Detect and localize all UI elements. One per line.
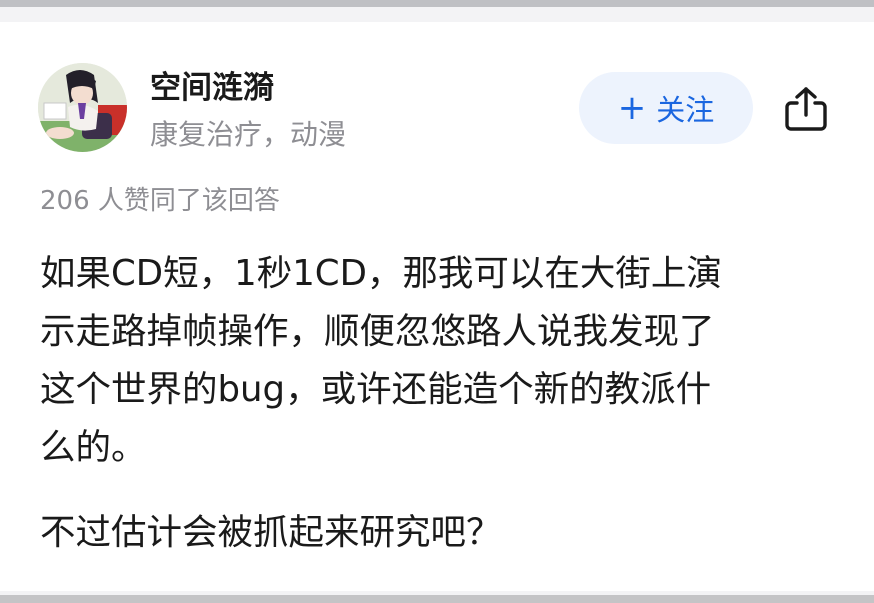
answer-line: 示走路掉帧操作，顺便忽悠路人说我发现了 bbox=[40, 311, 715, 352]
author-name[interactable]: 空间涟漪 bbox=[150, 62, 274, 107]
share-button[interactable] bbox=[779, 82, 833, 136]
top-divider bbox=[0, 0, 874, 22]
answer-paragraph: 不过估计会被抓起来研究吧？ bbox=[40, 504, 840, 562]
bottom-divider bbox=[0, 591, 874, 603]
avatar-illustration bbox=[38, 63, 127, 152]
answer-paragraph: 如果CD短，1秒1CD，那我可以在大街上演 示走路掉帧操作，顺便忽悠路人说我发现… bbox=[40, 245, 840, 477]
plus-icon: + bbox=[617, 88, 647, 128]
follow-button[interactable]: + 关注 bbox=[579, 72, 753, 144]
answer-line: 么的。 bbox=[40, 427, 147, 468]
vote-summary: 206 人赞同了该回答 bbox=[40, 186, 280, 216]
follow-label: 关注 bbox=[656, 93, 715, 127]
answer-body: 如果CD短，1秒1CD，那我可以在大街上演 示走路掉帧操作，顺便忽悠路人说我发现… bbox=[40, 245, 840, 562]
author-bio: 康复治疗，动漫 bbox=[150, 118, 347, 151]
answer-line: 如果CD短，1秒1CD，那我可以在大街上演 bbox=[40, 253, 722, 294]
share-icon bbox=[785, 87, 827, 131]
answer-line: 不过估计会被抓起来研究吧？ bbox=[40, 512, 502, 553]
avatar[interactable] bbox=[38, 63, 127, 152]
answer-line: 这个世界的bug，或许还能造个新的教派什 bbox=[40, 369, 712, 410]
